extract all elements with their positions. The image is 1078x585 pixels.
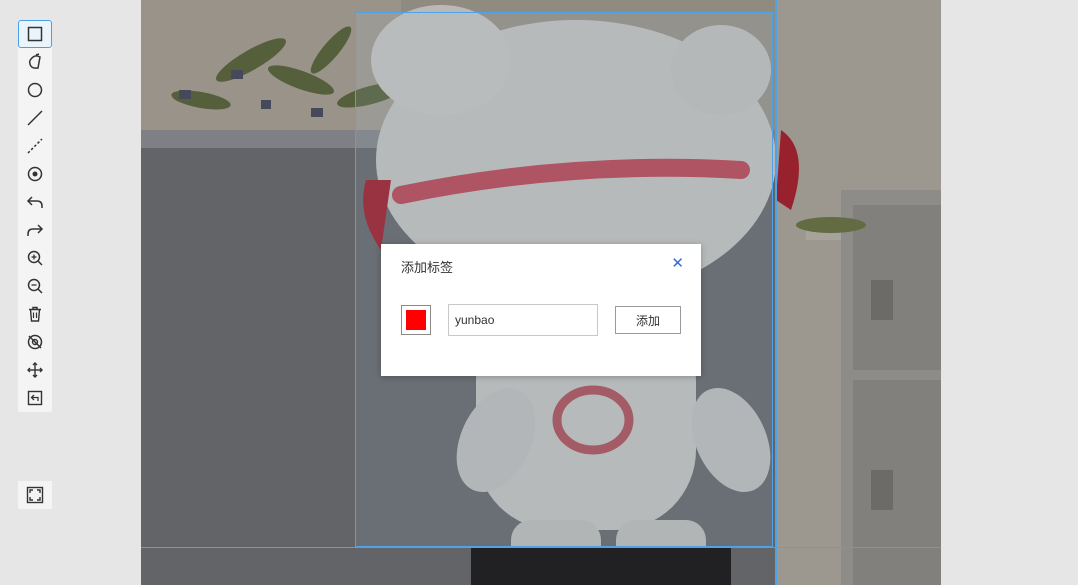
polygon-tool[interactable] xyxy=(18,48,52,76)
trash-icon xyxy=(29,306,41,322)
dashed-line-icon xyxy=(27,138,43,154)
undo-tool[interactable] xyxy=(18,188,52,216)
add-button[interactable]: 添加 xyxy=(615,306,681,334)
move-icon xyxy=(27,362,43,378)
circle-tool[interactable] xyxy=(18,76,52,104)
annotation-toolbar xyxy=(18,20,52,412)
line-icon xyxy=(27,110,43,126)
undo-icon xyxy=(26,196,43,208)
dialog-title: 添加标签 xyxy=(401,260,454,275)
dashed-line-tool[interactable] xyxy=(18,132,52,160)
add-label-dialog: 添加标签 ✕ 添加 xyxy=(381,244,701,376)
move-tool[interactable] xyxy=(18,356,52,384)
export-icon xyxy=(27,390,43,406)
redo-tool[interactable] xyxy=(18,216,52,244)
fullscreen-icon xyxy=(26,486,44,504)
fit-screen-button[interactable] xyxy=(18,481,52,509)
color-picker[interactable] xyxy=(401,305,431,335)
point-icon xyxy=(27,166,43,182)
label-name-input[interactable] xyxy=(448,304,598,336)
rect-tool[interactable] xyxy=(18,20,52,48)
zoom-out-icon xyxy=(27,278,43,294)
close-icon[interactable]: ✕ xyxy=(671,256,684,272)
export-tool[interactable] xyxy=(18,384,52,412)
horizontal-guide-line xyxy=(141,547,941,548)
zoom-in-tool[interactable] xyxy=(18,244,52,272)
delete-tool[interactable] xyxy=(18,300,52,328)
line-tool[interactable] xyxy=(18,104,52,132)
eye-off-icon xyxy=(27,334,43,350)
lasso-icon xyxy=(28,53,41,69)
zoom-out-tool[interactable] xyxy=(18,272,52,300)
vertical-guide-line[interactable] xyxy=(775,0,777,585)
circle-icon xyxy=(27,82,43,98)
point-tool[interactable] xyxy=(18,160,52,188)
zoom-in-icon xyxy=(27,250,43,266)
square-icon xyxy=(27,26,43,42)
hide-tool[interactable] xyxy=(18,328,52,356)
color-swatch-fill xyxy=(406,310,426,330)
redo-icon xyxy=(27,224,44,236)
